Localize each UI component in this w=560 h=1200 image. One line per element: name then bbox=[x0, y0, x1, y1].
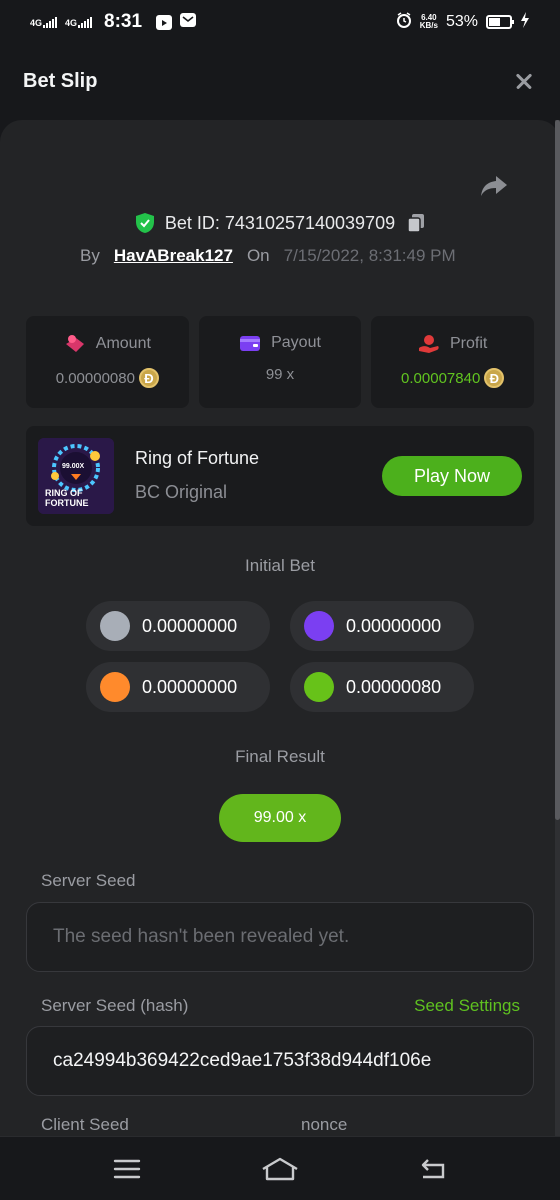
payout-label: Payout bbox=[271, 334, 321, 351]
chip-dot-gray bbox=[100, 611, 130, 641]
dialog-title: Bet Slip bbox=[23, 69, 98, 92]
username-link[interactable]: HavABreak127 bbox=[114, 246, 233, 266]
network-type-label: 4G bbox=[30, 18, 43, 28]
bet-chip: 0.00000000 bbox=[290, 601, 474, 651]
signal-2: 4G bbox=[65, 16, 93, 28]
thumbnail-title-line2: FORTUNE bbox=[45, 498, 89, 508]
client-seed-label: Client Seed bbox=[41, 1115, 129, 1134]
back-button[interactable] bbox=[413, 1153, 453, 1185]
profit-value: 0.00007840 bbox=[401, 369, 481, 387]
bet-slip-panel: Bet ID: 74310257140039709 By HavABreak12… bbox=[0, 120, 560, 1136]
home-button[interactable] bbox=[260, 1153, 300, 1185]
server-seed-hash-field[interactable]: ca24994b369422ced9ae1753f38d944df106e bbox=[26, 1026, 534, 1096]
network-type-label: 4G bbox=[65, 18, 78, 28]
on-label: On bbox=[246, 246, 270, 265]
youtube-notification-icon bbox=[156, 15, 173, 30]
bet-chip: 0.00000000 bbox=[86, 601, 270, 651]
server-seed-hash-label: Server Seed (hash) bbox=[41, 996, 189, 1015]
final-result-title: Final Result bbox=[235, 747, 325, 766]
nonce-label: nonce bbox=[301, 1115, 348, 1134]
verified-shield-icon bbox=[135, 213, 154, 233]
charging-icon bbox=[520, 11, 530, 33]
share-icon[interactable] bbox=[480, 174, 508, 198]
profit-label: Profit bbox=[450, 335, 488, 352]
doge-coin-icon: Đ bbox=[484, 368, 505, 388]
close-button[interactable] bbox=[511, 68, 537, 94]
chip-value: 0.00000000 bbox=[346, 615, 442, 636]
play-now-button[interactable]: Play Now bbox=[382, 456, 522, 496]
mail-notification-icon bbox=[180, 12, 197, 32]
status-bar: 4G 4G 8:31 6.40 KB/s 53% bbox=[0, 0, 560, 44]
payout-card: Payout 99 x bbox=[198, 316, 362, 408]
chip-dot-purple bbox=[304, 611, 334, 641]
signal-bars-icon bbox=[78, 16, 93, 28]
amount-value: 0.00000080 bbox=[55, 369, 135, 387]
network-speed-unit: KB/s bbox=[419, 21, 438, 30]
server-seed-field[interactable]: The seed hasn't been revealed yet. bbox=[26, 902, 534, 972]
profit-card: Profit 0.00007840 Đ bbox=[371, 316, 535, 408]
back-icon bbox=[422, 1158, 445, 1178]
system-nav-bar bbox=[0, 1136, 560, 1200]
battery-percent: 53% bbox=[445, 13, 478, 30]
thumbnail-title-line1: RING OF bbox=[45, 488, 83, 498]
bet-chip: 0.00000000 bbox=[86, 662, 270, 712]
amount-icon bbox=[65, 335, 84, 352]
payout-value: 99 x bbox=[265, 366, 295, 383]
bet-date: 7/15/2022, 8:31:49 PM bbox=[283, 246, 456, 265]
thumbnail-multiplier: 99.00X bbox=[62, 463, 85, 470]
by-label: By bbox=[80, 246, 100, 265]
final-result-badge: 99.00 x bbox=[219, 794, 341, 842]
home-icon bbox=[262, 1157, 298, 1180]
scrollbar[interactable] bbox=[555, 120, 560, 1136]
bet-byline: By HavABreak127 On 7/15/2022, 8:31:49 PM bbox=[80, 246, 456, 266]
signal-1: 4G bbox=[30, 16, 58, 28]
doge-coin-icon: Đ bbox=[138, 368, 159, 388]
amount-card: Amount 0.00000080 Đ bbox=[26, 316, 189, 408]
network-speed: 6.40 KB/s bbox=[420, 14, 438, 30]
game-name: Ring of Fortune bbox=[135, 448, 260, 468]
server-seed-label: Server Seed bbox=[41, 871, 136, 890]
battery-icon bbox=[486, 15, 514, 29]
wallet-icon bbox=[240, 336, 261, 351]
amount-label: Amount bbox=[95, 335, 151, 352]
chip-dot-green bbox=[304, 672, 334, 702]
bet-chip: 0.00000080 bbox=[290, 662, 474, 712]
chip-value: 0.00000000 bbox=[142, 615, 238, 636]
scrollbar-thumb[interactable] bbox=[555, 120, 560, 820]
chip-dot-orange bbox=[100, 672, 130, 702]
alarm-icon bbox=[396, 11, 412, 33]
game-provider: BC Original bbox=[135, 482, 228, 502]
chip-value: 0.00000000 bbox=[142, 676, 238, 697]
bet-id-row: Bet ID: 74310257140039709 bbox=[0, 212, 560, 234]
thumbnail-title: RING OF FORTUNE bbox=[45, 488, 89, 508]
chip-value: 0.00000080 bbox=[346, 676, 442, 697]
game-thumbnail: 99.00X RING OF FORTUNE bbox=[38, 438, 114, 514]
copy-icon[interactable] bbox=[407, 213, 425, 233]
profit-hand-icon bbox=[419, 335, 439, 353]
game-card: 99.00X RING OF FORTUNE Ring of Fortune B… bbox=[26, 426, 534, 526]
recent-apps-button[interactable] bbox=[107, 1153, 147, 1185]
signal-bars-icon bbox=[43, 16, 58, 28]
bet-stats: Amount 0.00000080 Đ Payout 99 x Profit 0… bbox=[26, 316, 535, 408]
initial-bet-title: Initial Bet bbox=[245, 556, 315, 575]
bet-id-text: Bet ID: 74310257140039709 bbox=[164, 212, 396, 233]
seed-settings-link[interactable]: Seed Settings bbox=[414, 996, 520, 1016]
menu-icon bbox=[113, 1159, 140, 1178]
clock: 8:31 bbox=[104, 11, 143, 32]
dialog-header: Bet Slip bbox=[0, 44, 560, 118]
